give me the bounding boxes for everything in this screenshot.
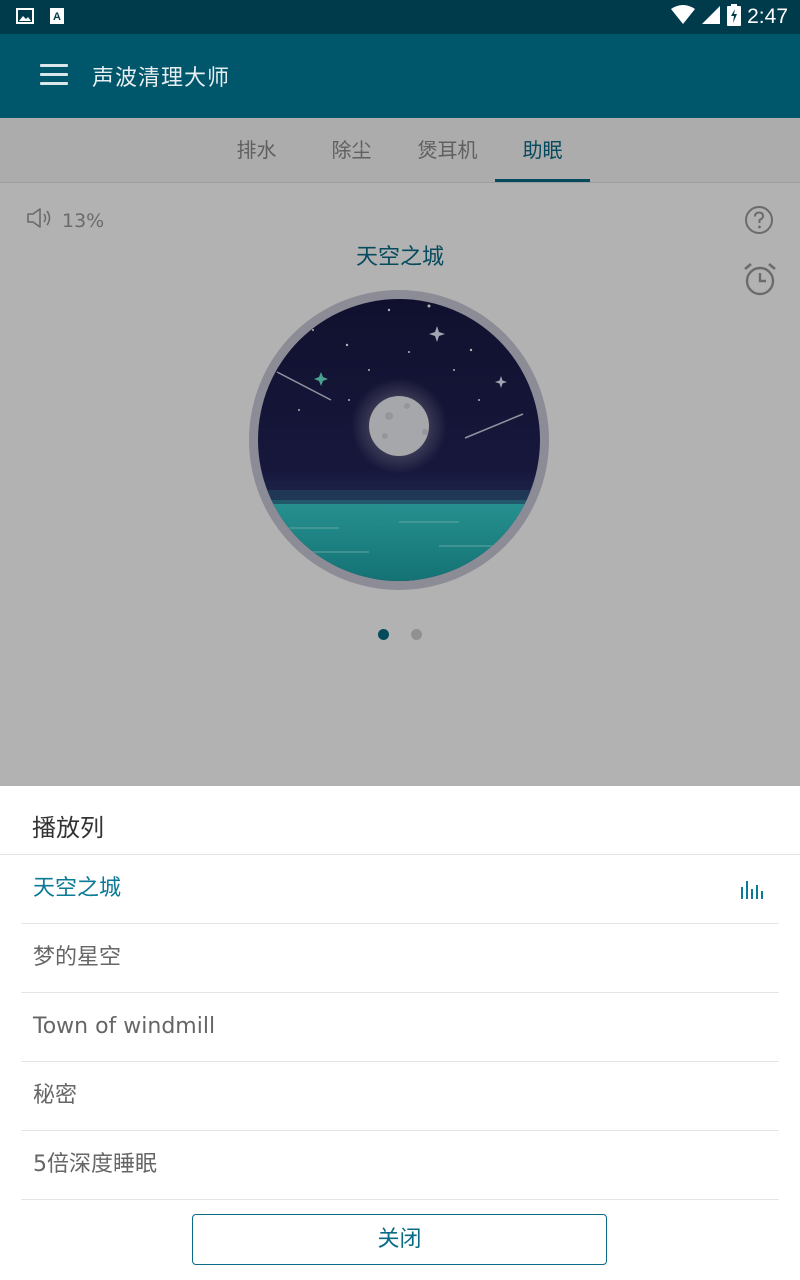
scrim-overlay[interactable]: [0, 118, 800, 786]
equalizer-icon: [739, 877, 765, 901]
wifi-icon: [671, 5, 696, 29]
playlist-item-label: Town of windmill: [33, 1014, 216, 1039]
playlist-item[interactable]: 5倍深度睡眠: [21, 1131, 779, 1200]
clock: 2:47: [747, 5, 788, 28]
image-icon: [16, 7, 34, 25]
playlist-item-label: 秘密: [33, 1083, 78, 1108]
playlist-item-label: 5倍深度睡眠: [33, 1152, 157, 1177]
playlist-title: 播放列: [32, 814, 104, 842]
close-button[interactable]: 关闭: [192, 1214, 607, 1265]
battery-charging-icon: [727, 4, 742, 30]
playlist-item-label: 梦的星空: [33, 945, 122, 970]
playlist: 天空之城 梦的星空 Town of windmill 秘密 5倍深度睡眠: [21, 855, 779, 1200]
playlist-item[interactable]: Town of windmill: [21, 993, 779, 1062]
status-bar: A 2:47: [0, 0, 800, 34]
signal-icon: [701, 5, 721, 29]
playlist-item[interactable]: 秘密: [21, 1062, 779, 1131]
svg-text:A: A: [53, 11, 61, 23]
text-icon: A: [48, 7, 66, 25]
playlist-item-label: 天空之城: [33, 876, 122, 901]
playlist-sheet: 播放列 天空之城 梦的星空 Town of windmill 秘密 5倍深度睡眠…: [0, 786, 800, 1280]
playlist-item[interactable]: 梦的星空: [21, 924, 779, 993]
app-bar: 声波清理大师: [0, 34, 800, 118]
hamburger-menu-icon[interactable]: [40, 64, 68, 86]
playlist-item[interactable]: 天空之城: [21, 855, 779, 924]
app-title: 声波清理大师: [92, 66, 231, 91]
